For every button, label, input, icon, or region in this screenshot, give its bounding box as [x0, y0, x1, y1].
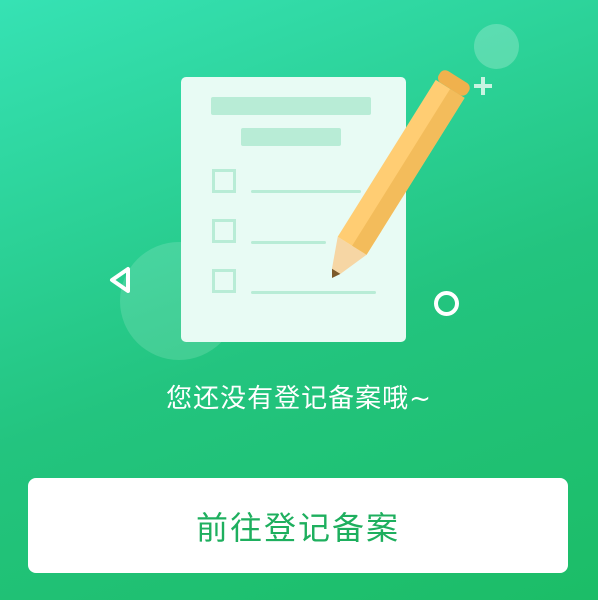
- pencil-icon: [331, 70, 470, 278]
- triangle-icon: [110, 267, 130, 293]
- checkbox-icon: [212, 169, 236, 193]
- decorative-bubble-small: [474, 24, 519, 69]
- empty-state-message: 您还没有登记备案哦~: [166, 384, 432, 414]
- empty-state-card: 您还没有登记备案哦~ 前往登记备案: [0, 0, 598, 600]
- go-register-button[interactable]: 前往登记备案: [28, 478, 568, 573]
- ring-icon: [434, 291, 459, 316]
- doc-line: [251, 291, 376, 294]
- checkbox-icon: [212, 269, 236, 293]
- checkbox-icon: [212, 219, 236, 243]
